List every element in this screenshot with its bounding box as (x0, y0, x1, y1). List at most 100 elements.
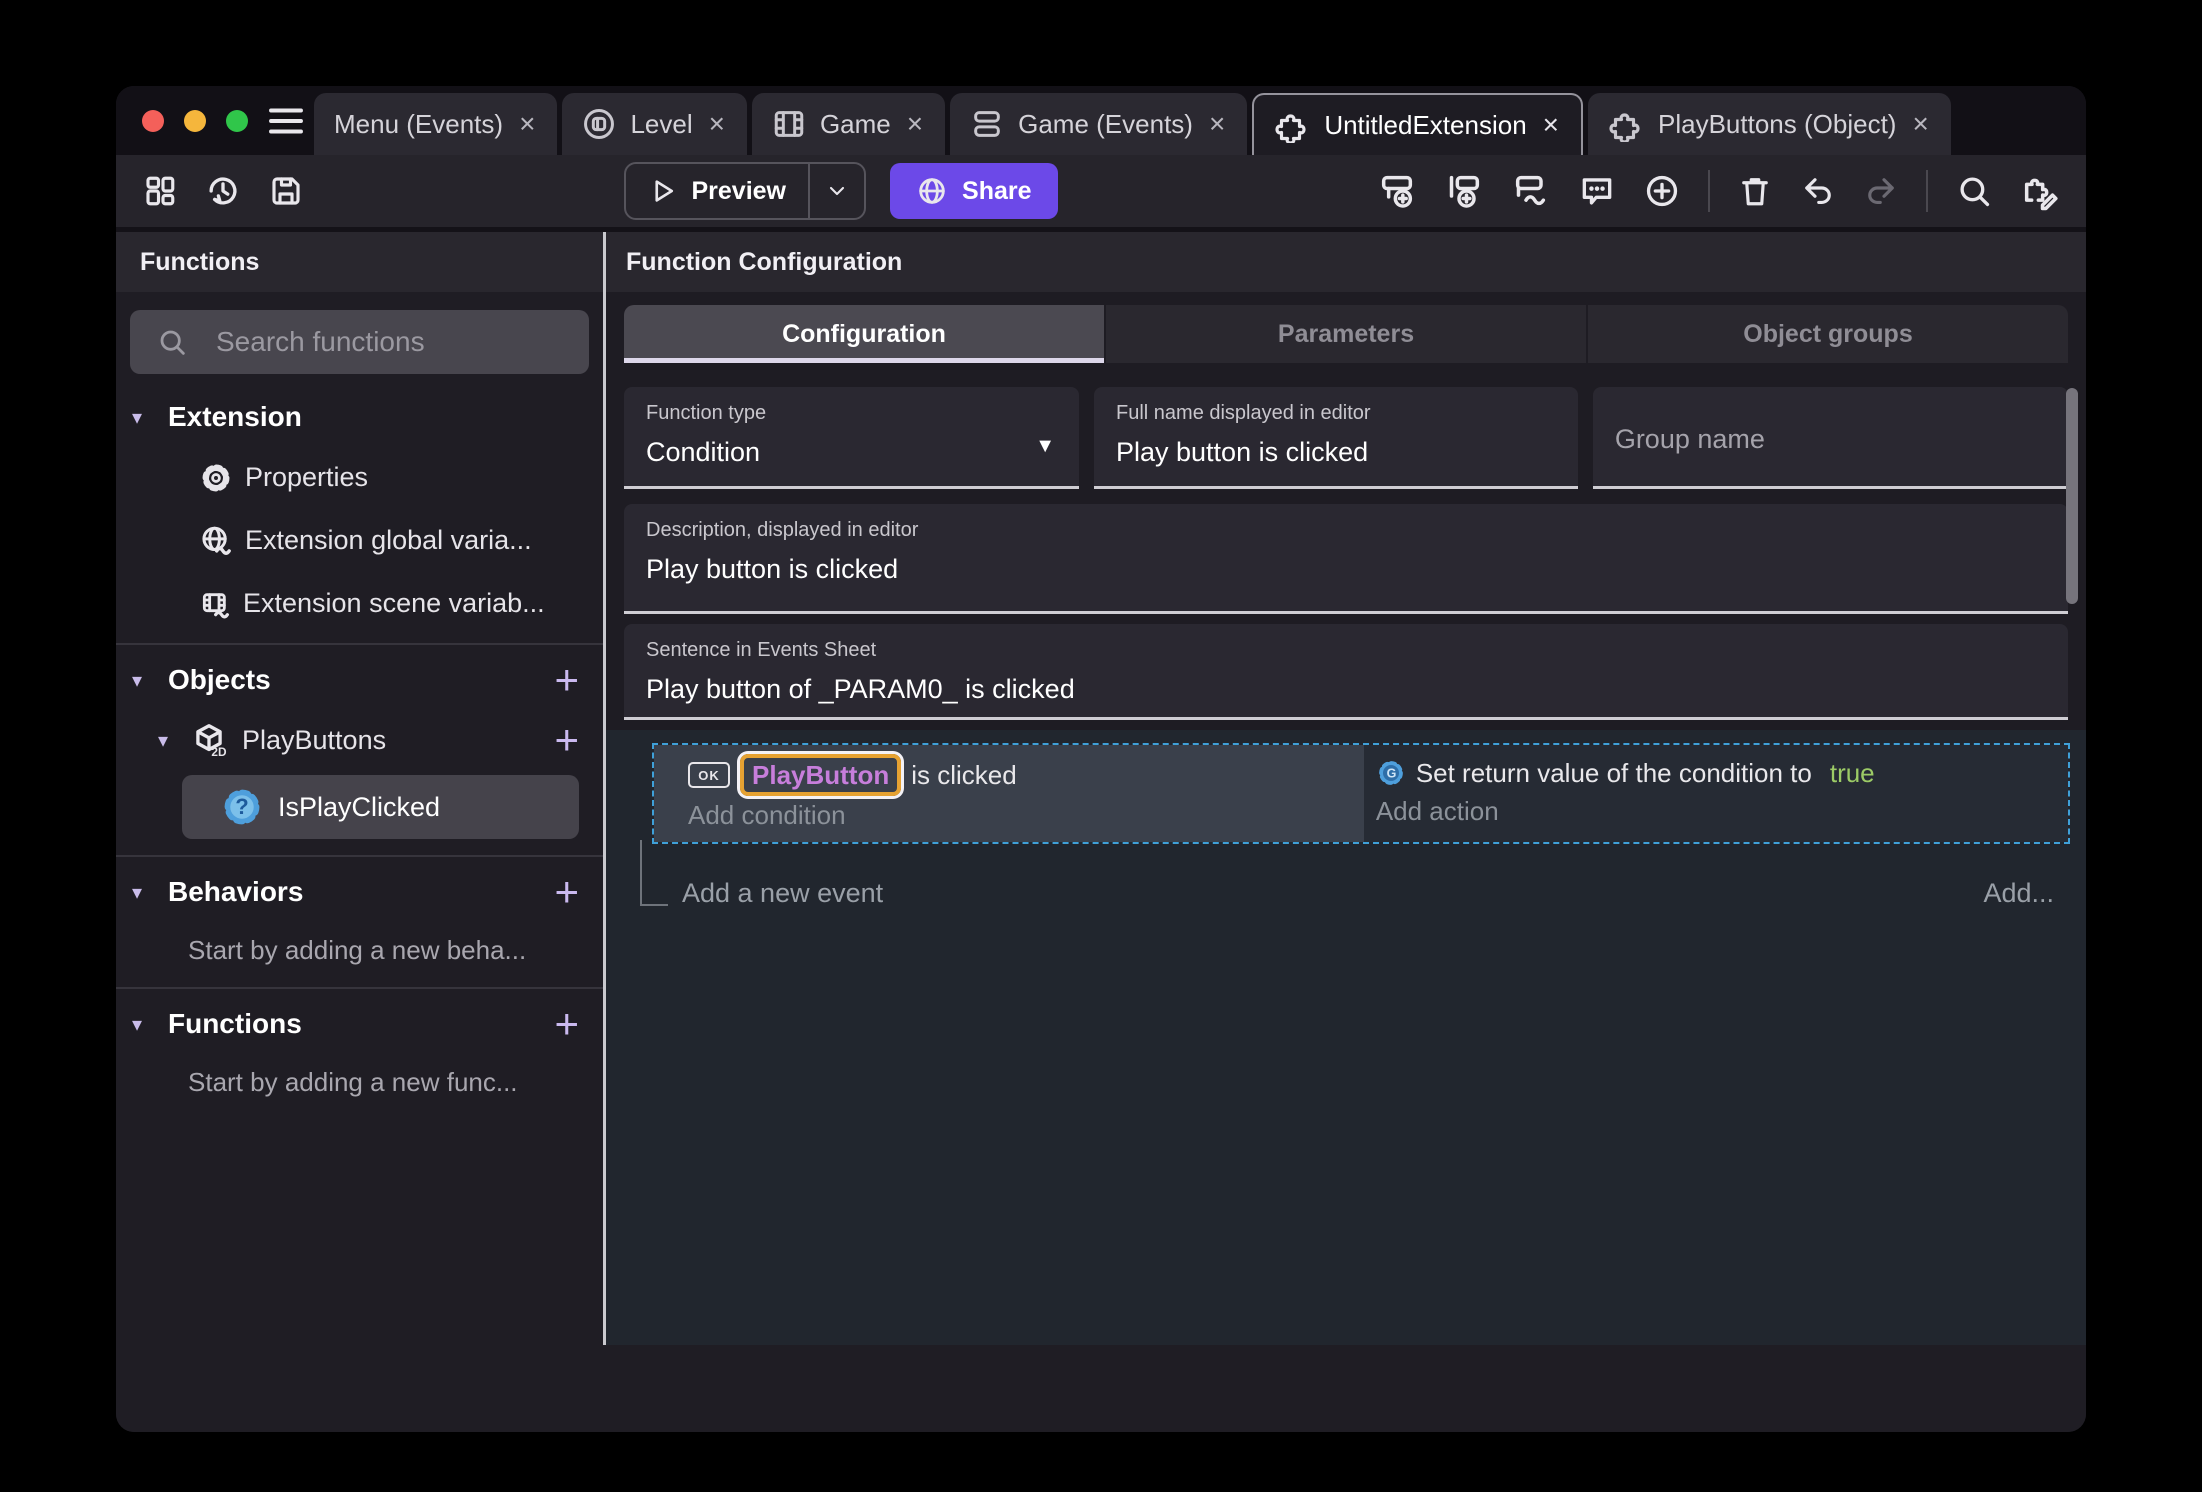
field-value: Play button of _PARAM0_ is clicked (646, 674, 1075, 704)
field-label: Full name displayed in editor (1116, 402, 1371, 424)
behaviors-section-header[interactable]: ▾ Behaviors + (116, 863, 603, 921)
chevron-down-icon[interactable]: ▾ (132, 880, 150, 905)
add-action-button[interactable]: Add action (1376, 796, 2060, 827)
tab-close-icon[interactable]: × (1541, 111, 1561, 139)
globe-icon (916, 175, 948, 207)
add-object-button[interactable]: + (554, 659, 579, 701)
add-object-function-button[interactable]: + (554, 719, 579, 761)
tab-close-icon[interactable]: × (905, 110, 925, 138)
redo-icon[interactable] (1863, 173, 1899, 209)
tab-playbuttons-object[interactable]: PlayButtons (Object) × (1588, 93, 1951, 155)
functions-section-header[interactable]: ▾ Functions + (116, 995, 603, 1053)
tab-label: Level (630, 108, 693, 139)
search-icon[interactable] (1955, 172, 1993, 210)
event-actions-column[interactable]: G Set return value of the condition to t… (1363, 745, 2068, 842)
function-type-select[interactable]: Function type Condition ▼ (624, 387, 1079, 489)
group-name-field[interactable]: Group name (1592, 387, 2068, 489)
object-parameter-chip[interactable]: PlayButton (740, 754, 902, 796)
field-value: Play button is clicked (1116, 437, 1369, 467)
item-label: IsPlayClicked (278, 791, 441, 822)
tab-close-icon[interactable]: × (1207, 110, 1227, 138)
edit-extension-icon[interactable] (2020, 171, 2060, 211)
field-label: Function type (646, 402, 767, 424)
function-form: Function type Condition ▼ Full name disp… (624, 387, 2068, 720)
section-title: Extension (168, 401, 302, 432)
add-comment-icon[interactable] (1578, 172, 1616, 210)
sidebar-item-extension-global-variables[interactable]: Extension global varia... (116, 509, 603, 572)
chevron-down-icon[interactable]: ▾ (132, 668, 150, 693)
dropdown-arrow-icon: ▼ (1035, 435, 1055, 457)
item-label: Extension scene variab... (243, 588, 545, 618)
configuration-tabs: Configuration Parameters Object groups (624, 305, 2068, 363)
objects-section-header[interactable]: ▾ Objects + (116, 651, 603, 709)
add-other-event-icon[interactable] (1511, 171, 1551, 211)
field-label: Description, displayed in editor (646, 519, 919, 541)
event-conditions-column[interactable]: OK PlayButton is clicked Add condition (654, 745, 1364, 842)
add-event-icon[interactable] (1377, 171, 1417, 211)
sidebar-header: Functions (116, 232, 603, 292)
sidebar-item-isplayclicked[interactable]: ? IsPlayClicked (182, 775, 579, 839)
full-name-field[interactable]: Full name displayed in editor Play butto… (1094, 387, 1578, 489)
sidebar-item-playbuttons[interactable]: ▾ 2D PlayButtons + (116, 709, 603, 771)
tab-configuration[interactable]: Configuration (624, 305, 1104, 363)
chevron-down-icon[interactable]: ▾ (158, 728, 176, 753)
sentence-field[interactable]: Sentence in Events Sheet Play button of … (624, 624, 2068, 720)
tab-close-icon[interactable]: × (517, 110, 537, 138)
undo-icon[interactable] (1800, 173, 1836, 209)
tab-game[interactable]: Game × (751, 93, 946, 155)
event-row-selected[interactable]: OK PlayButton is clicked Add condition G… (652, 743, 2070, 844)
tab-untitled-extension[interactable]: UntitledExtension × (1252, 93, 1584, 155)
functions-empty-text: Start by adding a new func... (188, 1066, 518, 1097)
gear-icon (199, 461, 233, 495)
minimize-window-button[interactable] (184, 109, 206, 132)
search-input[interactable] (216, 326, 571, 358)
object-2d-cube-icon: 2D (190, 721, 228, 759)
trash-icon[interactable] (1737, 173, 1773, 209)
sidebar-item-properties[interactable]: Properties (116, 446, 603, 509)
item-label: Extension global varia... (245, 525, 532, 555)
layout-panels-icon[interactable] (142, 173, 178, 209)
save-icon[interactable] (268, 173, 304, 209)
add-circle-icon[interactable] (1643, 172, 1681, 210)
tab-level[interactable]: Level × (562, 93, 747, 155)
sidebar-title: Functions (140, 247, 260, 276)
tab-parameters[interactable]: Parameters (1104, 305, 1586, 363)
add-behavior-button[interactable]: + (554, 871, 579, 913)
preview-button[interactable]: Preview (623, 162, 867, 220)
tab-close-icon[interactable]: × (707, 110, 727, 138)
scene-variables-icon (199, 588, 231, 620)
history-icon[interactable] (204, 172, 242, 210)
tab-game-events[interactable]: Game (Events) × (950, 93, 1248, 155)
add-function-button[interactable]: + (554, 1003, 579, 1045)
svg-text:G: G (1386, 766, 1396, 780)
vertical-scrollbar[interactable] (2066, 388, 2078, 604)
add-condition-button[interactable]: Add condition (688, 800, 1356, 831)
tab-close-icon[interactable]: × (1910, 110, 1930, 138)
add-new-event-button[interactable]: Add a new event (682, 878, 883, 909)
preview-button-main[interactable]: Preview (626, 164, 809, 218)
main-panel-title: Function Configuration (626, 247, 903, 276)
field-value: Play button is clicked (646, 554, 899, 584)
extension-section-header[interactable]: ▾ Extension (116, 388, 603, 446)
chevron-down-icon[interactable]: ▾ (132, 405, 150, 430)
toolbar: Preview Share (116, 155, 2086, 227)
field-placeholder: Group name (1614, 423, 1765, 454)
item-label: Properties (245, 462, 369, 492)
action-text: Set return value of the condition to (1415, 757, 1812, 788)
sidebar-item-extension-scene-variables[interactable]: Extension scene variab... (116, 572, 603, 635)
preview-options-button[interactable] (808, 164, 864, 218)
tab-object-groups[interactable]: Object groups (1586, 305, 2068, 363)
tab-menu-events[interactable]: Menu (Events) × (314, 93, 558, 155)
menu-icon[interactable] (268, 106, 304, 136)
chevron-down-icon[interactable]: ▾ (132, 1012, 150, 1037)
zoom-window-button[interactable] (226, 109, 248, 132)
share-button[interactable]: Share (890, 163, 1058, 219)
description-field[interactable]: Description, displayed in editor Play bu… (624, 504, 2068, 614)
search-functions-field[interactable] (130, 310, 589, 374)
add-subevent-icon[interactable] (1444, 171, 1484, 211)
add-menu-button[interactable]: Add... (1983, 878, 2070, 909)
tab-label: UntitledExtension (1324, 109, 1527, 140)
tab-label: Parameters (1277, 319, 1415, 348)
field-value: Condition (646, 437, 761, 467)
close-window-button[interactable] (142, 109, 164, 132)
